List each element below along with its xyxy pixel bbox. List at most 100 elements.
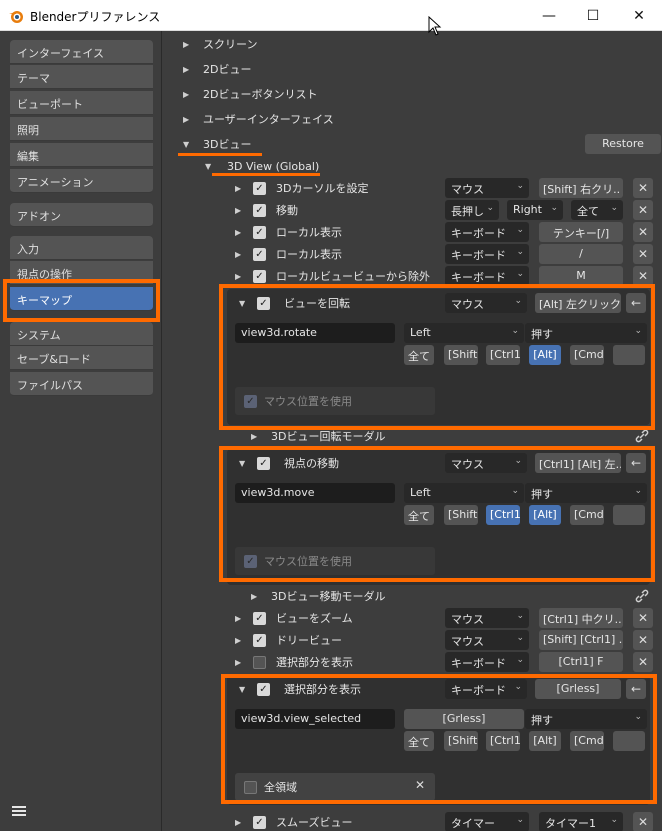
remove-icon[interactable]: ✕	[633, 222, 653, 242]
sidebar-item-save-load[interactable]: セーブ&ロード	[10, 346, 153, 370]
clear-icon[interactable]: ✕	[415, 778, 425, 792]
modifier-any-button[interactable]: 全て	[404, 731, 434, 751]
remove-icon[interactable]: ✕	[633, 178, 653, 198]
key-button[interactable]: テンキー[/]	[539, 222, 623, 242]
expand-arrow-icon[interactable]: ▶	[235, 636, 245, 645]
sidebar-item-keymap[interactable]: キーマップ	[10, 287, 153, 311]
key-modifier-button[interactable]	[613, 505, 645, 525]
remove-icon[interactable]: ✕	[633, 200, 653, 220]
collapse-arrow-icon[interactable]: ▼	[239, 685, 249, 694]
key-button[interactable]: M	[539, 266, 623, 286]
collapse-arrow-icon[interactable]: ▼	[239, 299, 249, 308]
modifier-cmd-button[interactable]: [Cmd	[570, 505, 604, 525]
event-type-dropdown[interactable]: マウス ⌄	[445, 630, 529, 650]
operator-field[interactable]: view3d.move	[235, 483, 395, 503]
key-button[interactable]: /	[539, 244, 623, 264]
mouse-button-dropdown[interactable]: Left ⌄	[404, 323, 524, 343]
event-type-dropdown[interactable]: 長押し ⌄	[445, 200, 499, 220]
remove-icon[interactable]: ✕	[633, 652, 653, 672]
modifier-alt-button[interactable]: [Alt]	[529, 345, 561, 365]
section-2d-view[interactable]: ▶ 2Dビュー	[183, 58, 251, 80]
event-type-dropdown[interactable]: キーボード ⌄	[445, 244, 529, 264]
event-type-dropdown[interactable]: マウス ⌄	[445, 608, 529, 628]
sidebar-item-lights[interactable]: 照明	[10, 117, 153, 141]
modifier-alt-button[interactable]: [Alt]	[529, 505, 561, 525]
sidebar-item-addons[interactable]: アドオン	[10, 203, 153, 227]
modifier-cmd-button[interactable]: [Cmd	[570, 345, 604, 365]
sidebar-item-navigation[interactable]: 視点の操作	[10, 261, 153, 285]
sidebar-item-system[interactable]: システム	[10, 322, 153, 346]
checkbox[interactable]: ✓	[244, 554, 257, 568]
hamburger-menu-icon[interactable]	[11, 803, 27, 819]
expand-arrow-icon[interactable]: ▶	[235, 250, 245, 259]
modifier-ctrl-button[interactable]: [Ctrl1]	[486, 731, 520, 751]
all-regions-option[interactable]: 全領域	[244, 776, 297, 798]
sidebar-item-animation[interactable]: アニメーション	[10, 169, 153, 193]
section-3d-view[interactable]: ▼ 3Dビュー	[183, 133, 251, 155]
section-user-interface[interactable]: ▶ ユーザーインターフェイス	[183, 108, 334, 130]
key-modifier-button[interactable]	[613, 731, 645, 751]
expand-arrow-icon[interactable]: ▶	[235, 206, 245, 215]
enable-checkbox[interactable]: ✓	[257, 296, 270, 310]
modifier-any-button[interactable]: 全て	[404, 345, 434, 365]
enable-checkbox[interactable]: ✓	[257, 682, 270, 696]
modifier-shift-button[interactable]: [Shift]	[444, 345, 478, 365]
use-mouse-position-option[interactable]: ✓ マウス位置を使用	[244, 550, 352, 572]
modifier-ctrl-button[interactable]: [Ctrl1]	[486, 505, 520, 525]
event-type-dropdown[interactable]: マウス ⌄	[445, 453, 527, 473]
back-arrow-icon[interactable]: ←	[626, 453, 646, 473]
sidebar-item-input[interactable]: 入力	[10, 236, 153, 260]
event-type-dropdown[interactable]: タイマー ⌄	[445, 812, 529, 831]
link-icon[interactable]	[634, 428, 650, 444]
key-dropdown[interactable]: タイマー1 ⌄	[539, 812, 623, 831]
sidebar-item-editing[interactable]: 編集	[10, 143, 153, 167]
remove-icon[interactable]: ✕	[633, 244, 653, 264]
operator-field[interactable]: view3d.view_selected	[235, 709, 395, 729]
enable-checkbox[interactable]: ✓	[253, 225, 266, 239]
expand-arrow-icon[interactable]: ▶	[235, 272, 245, 281]
minimize-button[interactable]: —	[526, 0, 572, 31]
modifier-cmd-button[interactable]: [Cmd	[570, 731, 604, 751]
sidebar-item-theme[interactable]: テーマ	[10, 65, 153, 89]
key-button[interactable]: [Ctrl1] [Alt] 左..	[535, 453, 621, 473]
event-type-dropdown[interactable]: キーボード ⌄	[445, 266, 529, 286]
sidebar-item-file-paths[interactable]: ファイルパス	[10, 372, 153, 396]
event-type-dropdown[interactable]: マウス ⌄	[445, 178, 529, 198]
remove-icon[interactable]: ✕	[633, 812, 653, 831]
enable-checkbox[interactable]: ✓	[253, 181, 266, 195]
key-button[interactable]: [Shift] 右クリ..	[539, 178, 623, 198]
expand-arrow-icon[interactable]: ▶	[235, 818, 245, 827]
expand-arrow-icon[interactable]: ▶	[235, 658, 245, 667]
checkbox[interactable]: ✓	[244, 394, 257, 408]
operator-field[interactable]: view3d.rotate	[235, 323, 395, 343]
back-arrow-icon[interactable]: ←	[626, 293, 646, 313]
keymap-row-rotate-modal[interactable]: ▶ 3Dビュー回転モーダル	[251, 425, 385, 447]
enable-checkbox[interactable]	[253, 655, 266, 669]
event-type-dropdown[interactable]: キーボード ⌄	[445, 679, 527, 699]
value-dropdown[interactable]: 押す ⌄	[525, 483, 647, 503]
collapse-arrow-icon[interactable]: ▼	[239, 459, 249, 468]
back-arrow-icon[interactable]: ←	[626, 679, 646, 699]
enable-checkbox[interactable]: ✓	[257, 456, 270, 470]
enable-checkbox[interactable]: ✓	[253, 611, 266, 625]
key-button[interactable]: [Shift] [Ctrl1] ..	[539, 630, 623, 650]
enable-checkbox[interactable]: ✓	[253, 633, 266, 647]
modifier-ctrl-button[interactable]: [Ctrl1]	[486, 345, 520, 365]
modifier-shift-button[interactable]: [Shift]	[444, 505, 478, 525]
key-capture-button[interactable]: [Grless]	[404, 709, 524, 729]
expand-arrow-icon[interactable]: ▶	[235, 184, 245, 193]
enable-checkbox[interactable]: ✓	[253, 269, 266, 283]
close-button[interactable]: ✕	[616, 0, 662, 31]
enable-checkbox[interactable]: ✓	[253, 247, 266, 261]
value-dropdown[interactable]: 押す ⌄	[525, 709, 647, 729]
modifier-any-button[interactable]: 全て	[404, 505, 434, 525]
enable-checkbox[interactable]: ✓	[253, 815, 266, 829]
key-button[interactable]: [Alt] 左クリック	[535, 293, 621, 313]
section-screen[interactable]: ▶ スクリーン	[183, 33, 257, 55]
remove-icon[interactable]: ✕	[633, 608, 653, 628]
restore-button[interactable]: Restore	[585, 134, 661, 154]
checkbox[interactable]	[244, 780, 257, 794]
sidebar-item-viewport[interactable]: ビューポート	[10, 91, 153, 115]
mouse-button-dropdown[interactable]: Left ⌄	[404, 483, 524, 503]
key-button[interactable]: [Ctrl1] F	[539, 652, 623, 672]
